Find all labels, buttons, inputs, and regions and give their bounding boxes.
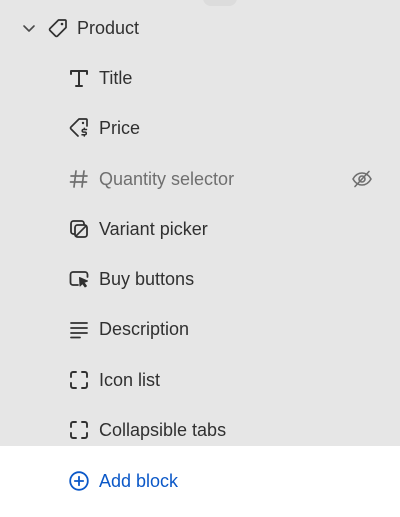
text-align-left-icon (67, 317, 91, 341)
block-label: Price (99, 118, 141, 138)
block-item-buy-buttons[interactable]: Buy buttons (0, 254, 400, 304)
eye-off-icon[interactable] (351, 168, 373, 190)
add-block-label: Add block (99, 471, 179, 491)
block-item-price[interactable]: Price (0, 103, 400, 153)
hash-icon (67, 167, 91, 191)
variant-picker-icon (67, 217, 91, 241)
block-item-title[interactable]: Title (0, 53, 400, 103)
block-item-variant-picker[interactable]: Variant picker (0, 204, 400, 254)
block-label: Buy buttons (99, 269, 195, 289)
text-type-icon (67, 66, 91, 90)
block-label: Quantity selector (99, 169, 235, 189)
price-tag-icon (67, 116, 91, 140)
tag-icon (47, 17, 69, 39)
buy-button-icon (67, 267, 91, 291)
add-block-button[interactable]: Add block (0, 456, 400, 506)
block-item-quantity-selector[interactable]: Quantity selector (0, 154, 400, 204)
chevron-down-icon[interactable] (21, 20, 37, 36)
block-item-icon-list[interactable]: Icon list (0, 355, 400, 405)
block-label: Icon list (99, 370, 161, 390)
block-item-description[interactable]: Description (0, 304, 400, 354)
section-product[interactable]: Product (0, 3, 400, 53)
add-block-panel: Add block (0, 446, 400, 517)
dashed-square-icon (67, 418, 91, 442)
dashed-square-icon (67, 368, 91, 392)
block-label: Variant picker (99, 219, 208, 239)
block-label: Title (99, 68, 133, 88)
section-label: Product (77, 18, 140, 38)
plus-circle-icon (68, 470, 90, 492)
block-label: Collapsible tabs (99, 420, 227, 440)
block-label: Description (99, 319, 190, 339)
